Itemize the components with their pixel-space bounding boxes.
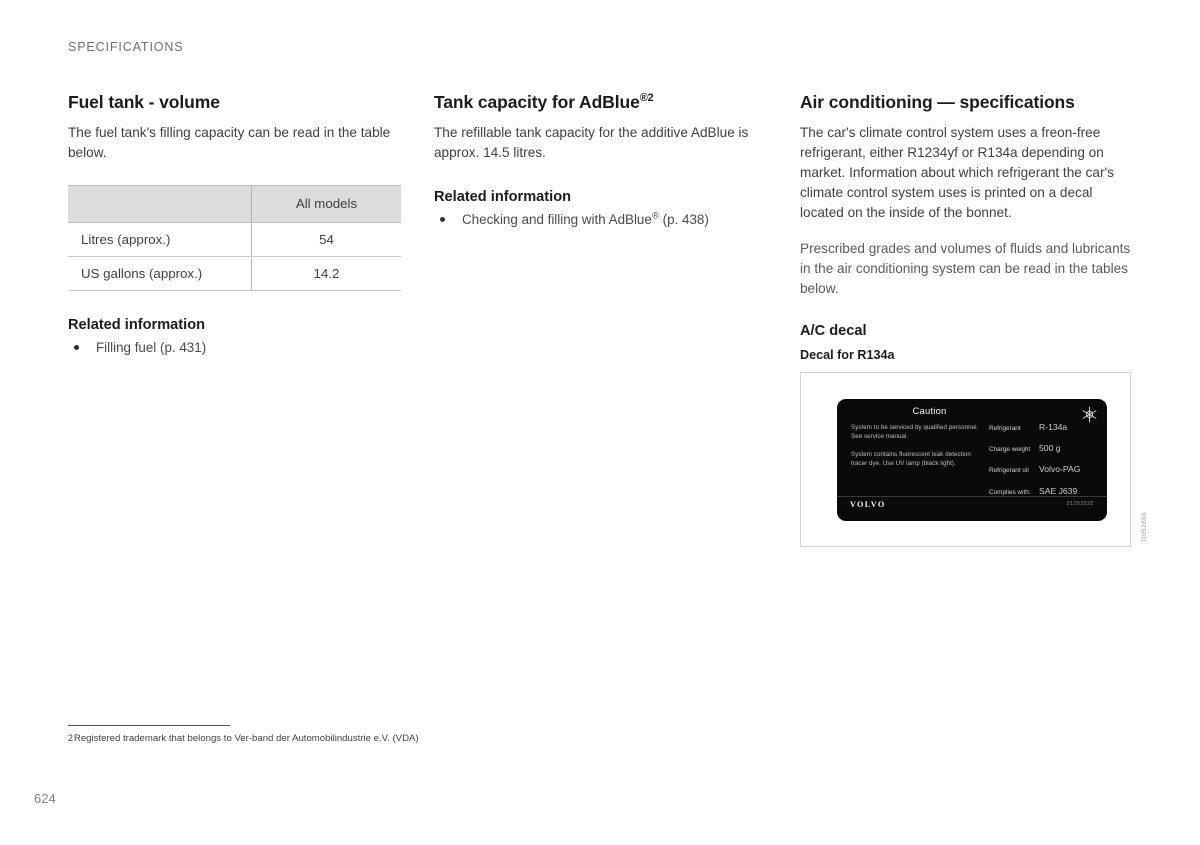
table-header-row: All models [68,184,401,223]
row-value-litres: 54 [251,222,401,257]
decal-spec-value-charge-weight: 500 g [1039,443,1061,454]
decal-spec-row: Charge weight 500 g [989,444,1101,453]
manual-page: SPECIFICATIONS Fuel tank - volume The fu… [0,0,1200,845]
column-air-conditioning: Air conditioning — specifications The ca… [800,92,1148,547]
footnote-separator [68,725,230,726]
footnote: 2Registered trademark that belongs to Ve… [68,732,419,745]
table-row: Litres (approx.) 54 [68,222,401,257]
subheading-ac-decal: A/C decal [800,322,867,339]
column-fuel-tank: Fuel tank - volume The fuel tank's filli… [68,92,401,359]
section-heading-adblue-superscript: ®2 [639,92,654,105]
decal-spec-row: Refrigerant R-134a [989,423,1101,432]
related-information-heading-adblue: Related information [434,188,572,205]
section-heading-adblue-text: Tank capacity for AdBlue [434,92,640,112]
table-header-all-models: All models [251,184,401,223]
column-adblue: Tank capacity for AdBlue®2 The refillabl… [434,92,767,231]
decal-warning-block-1: System to be serviced by qualified perso… [851,423,979,441]
snowflake-icon [1082,406,1097,423]
table-row: US gallons (approx.) 14.2 [68,256,401,291]
volvo-logo: VOLVO [850,499,886,509]
fuel-tank-table: All models Litres (approx.) 54 US gallon… [68,184,401,291]
air-conditioning-paragraph-1: The car's climate control system uses a … [800,124,1114,220]
decal-warning-text: System to be serviced by qualified perso… [851,423,983,469]
related-link-page-ref[interactable]: (p. 438) [663,212,709,227]
ac-decal-image: Caution System to be serviced by qualifi… [837,398,1107,521]
adblue-intro: The refillable tank capacity for the add… [434,124,749,160]
running-head: SPECIFICATIONS [68,40,184,54]
decal-spec-value-complies-with: SAE J639 [1039,485,1078,496]
registered-trademark-icon: ® [651,210,659,222]
related-link-filling-fuel[interactable]: Filling fuel (p. 431) [96,340,206,355]
section-heading-fuel-tank: Fuel tank - volume [68,92,220,112]
list-item[interactable]: Checking and filling with AdBlue® (p. 43… [434,210,767,229]
table-header-blank [68,184,252,223]
decal-spec-row: Refrigerant oil Volvo-PAG [989,465,1101,474]
decal-part-number: 31252525 [1066,500,1094,507]
bullet-icon [440,216,445,222]
row-label-litres: Litres (approx.) [68,222,252,257]
decal-warning-block-2: System contains fluorescent leak detecti… [851,450,971,468]
figure-id-label: G052866 [1141,512,1148,542]
figure-caption-decal-r134a: Decal for R134a [800,347,895,362]
footnote-text: Registered trademark that belongs to Ver… [73,733,419,744]
bullet-icon [74,344,79,350]
related-information-list-fuel: Filling fuel (p. 431) [68,338,401,357]
footnote-marker: 2 [68,733,73,743]
decal-footer: VOLVO 31252525 [837,495,1107,514]
figure-ac-decal: G052866 Caution System to be serviced by… [800,371,1148,547]
related-information-heading-fuel: Related information [68,316,206,333]
list-item[interactable]: Filling fuel (p. 431) [68,338,401,357]
section-heading-air-conditioning: Air conditioning — specifications [800,92,1075,112]
row-label-us-gallons: US gallons (approx.) [68,256,252,291]
related-information-list-adblue: Checking and filling with AdBlue® (p. 43… [434,210,767,229]
decal-spec-value-refrigerant: R-134a [1039,421,1068,432]
decal-spec-value-refrigerant-oil: Volvo-PAG [1039,464,1081,475]
decal-spec-key-charge-weight: Charge weight [989,446,1031,454]
decal-title-caution: Caution [912,405,947,417]
air-conditioning-paragraph-2: Prescribed grades and volumes of fluids … [800,240,1131,296]
row-value-us-gallons: 14.2 [251,256,401,291]
page-number: 624 [34,791,56,806]
related-link-checking-filling-adblue[interactable]: Checking and filling with AdBlue [462,212,652,227]
decal-spec-key-refrigerant-oil: Refrigerant oil [989,467,1029,475]
section-heading-adblue: Tank capacity for AdBlue®2 [434,92,767,114]
fuel-tank-intro: The fuel tank's filling capacity can be … [68,124,391,160]
decal-spec-key-refrigerant: Refrigerant [989,424,1021,432]
decal-spec-table: Refrigerant R-134a Charge weight 500 g R… [989,423,1101,497]
